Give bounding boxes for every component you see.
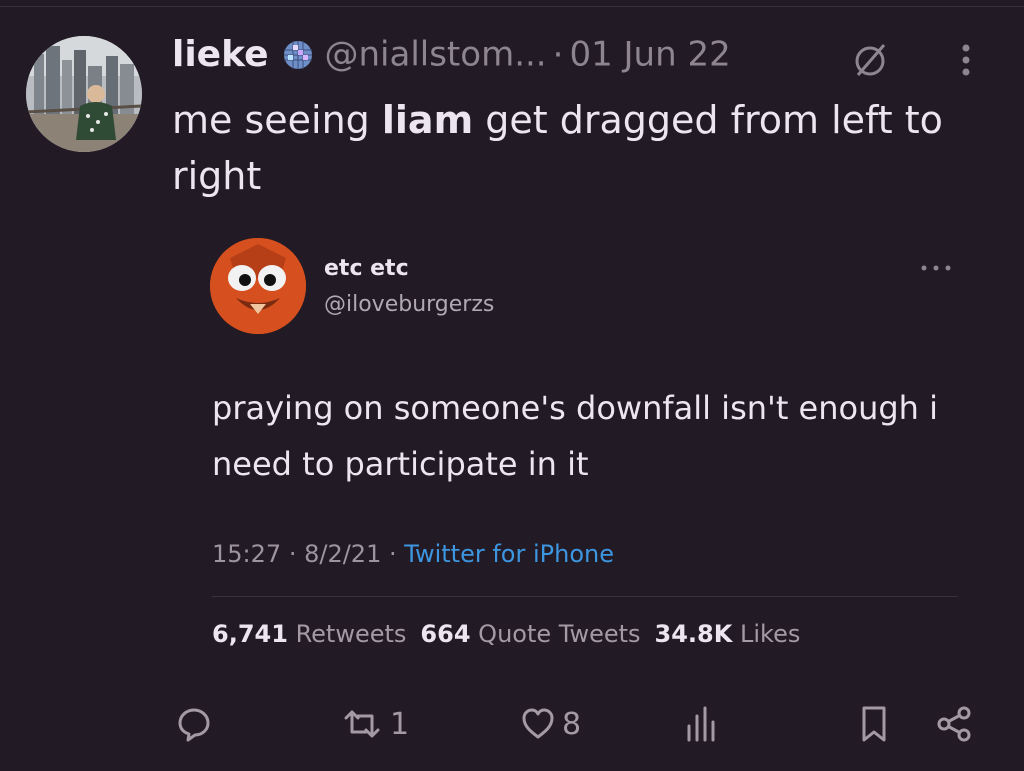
bookmark-icon: [862, 706, 886, 742]
action-bar: 1 8: [0, 700, 1024, 748]
separator-dot: ·: [552, 34, 564, 75]
author-avatar[interactable]: [26, 36, 142, 152]
quote-meta: 15:27 · 8/2/21 · Twitter for iPhone: [212, 540, 614, 568]
share-icon: [937, 706, 971, 742]
retweets-count: 6,741: [212, 620, 288, 648]
quote-text: praying on someone's downfall isn't enou…: [212, 389, 939, 483]
quotes-count: 664: [420, 620, 471, 648]
mention-liam: liam: [381, 98, 474, 142]
like-button[interactable]: 8: [520, 700, 581, 748]
quotes-label: Quote Tweets: [478, 620, 641, 648]
more-options-icon[interactable]: [958, 38, 974, 82]
views-icon: [687, 706, 715, 742]
heart-icon: [522, 708, 554, 739]
disco-ball-icon: [281, 38, 315, 72]
quote-time: 15:27: [212, 540, 282, 568]
views-button[interactable]: [684, 700, 726, 748]
quote-author-name: etc etc: [324, 256, 409, 281]
quote-dot-2: ·: [388, 540, 397, 568]
quote-dot-1: ·: [288, 540, 297, 568]
quote-stats: 6,741 Retweets 664 Quote Tweets 34.8K Like…: [212, 620, 800, 648]
tweet-header: lieke @niallstom... · 01 Jun 22: [172, 34, 1004, 88]
quote-author-handle: @iloveburgerzs: [324, 292, 495, 317]
share-button[interactable]: [934, 700, 974, 748]
likes-label: Likes: [739, 620, 801, 648]
tweet-date[interactable]: 01 Jun 22: [569, 35, 730, 75]
retweet-button[interactable]: 1: [340, 700, 409, 748]
reply-button[interactable]: [174, 700, 220, 748]
retweet-icon: [344, 710, 380, 738]
retweets-label: Retweets: [295, 620, 407, 648]
bookmark-button[interactable]: [856, 700, 892, 748]
like-count: 8: [562, 706, 582, 742]
tweet-text: me seeing liam get dragged from left to …: [172, 92, 972, 204]
quote-author-avatar: [210, 238, 306, 334]
quote-divider: [212, 596, 958, 597]
author-name[interactable]: lieke: [172, 34, 269, 75]
likes-count: 34.8K: [654, 620, 733, 648]
top-divider: [0, 6, 1024, 7]
retweet-count: 1: [390, 706, 410, 742]
quote-date: 8/2/21: [304, 540, 382, 568]
quote-more-icon: [921, 265, 951, 271]
slashed-circle-icon: [855, 44, 886, 76]
quote-source: Twitter for iPhone: [404, 540, 614, 568]
tweet-text-start: me seeing: [172, 98, 382, 142]
reply-icon: [178, 708, 210, 742]
author-handle[interactable]: @niallstom...: [325, 35, 547, 75]
